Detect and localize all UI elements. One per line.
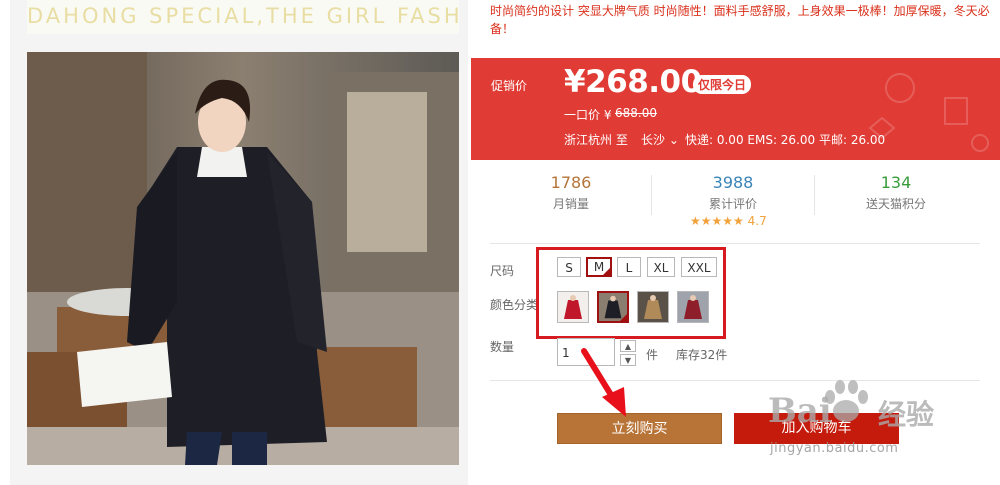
- star-icons: ★★★★★: [690, 214, 744, 228]
- watermark-brand: Bai: [768, 391, 832, 431]
- price-panel: 促销价 ¥268.00 仅限今日 一口价 ¥ 688.00 浙江杭州 至 长沙 …: [471, 58, 1000, 160]
- total-reviews[interactable]: 3988 累计评价: [652, 170, 814, 212]
- original-price-label: 一口价 ¥: [564, 108, 612, 122]
- promo-price-label: 促销价: [491, 79, 528, 93]
- sales-stats: 1786 月销量 3988 累计评价 ★★★★★ 4.7 134 送天猫积分: [490, 170, 980, 232]
- promo-price: ¥268.00: [564, 64, 702, 100]
- quantity-unit: 件: [646, 348, 659, 362]
- product-photo[interactable]: [27, 52, 459, 465]
- options-highlight-box: [536, 247, 726, 339]
- rating-score: 4.7: [747, 214, 767, 228]
- today-only-badge: 仅限今日: [693, 75, 752, 94]
- total-reviews-label: 累计评价: [708, 197, 757, 211]
- monthly-sales-value: 1786: [550, 173, 592, 192]
- annotation-arrow-icon: [581, 348, 626, 417]
- quantity-label: 数量: [490, 340, 515, 354]
- divider: [490, 243, 980, 244]
- total-reviews-value: 3988: [712, 173, 754, 192]
- ship-to-select[interactable]: 长沙 ⌄: [641, 131, 679, 148]
- monthly-sales-label: 月销量: [552, 197, 589, 211]
- size-label: 尺码: [490, 264, 515, 278]
- monthly-sales: 1786 月销量: [490, 170, 652, 212]
- ship-to-label: 长沙: [641, 133, 666, 147]
- chevron-down-icon: ⌄: [668, 133, 679, 147]
- banner-text: DAHONG SPECIAL,THE GIRL FASHIO: [27, 4, 459, 28]
- watermark-url: jingyan.baidu.com: [770, 441, 899, 456]
- baidu-watermark: Bai 经验 jingyan.baidu.com: [760, 377, 1000, 485]
- product-description: 时尚简约的设计 突显大牌气质 时尚随性！面料手感舒服，上身效果一极棒！加厚保暖，…: [490, 4, 990, 36]
- stock-count: 库存32件: [676, 348, 728, 362]
- tmall-points-label: 送天猫积分: [865, 197, 926, 211]
- ship-from: 浙江杭州 至: [564, 133, 628, 147]
- watermark-text: 经验: [878, 398, 935, 431]
- tmall-points: 134 送天猫积分: [815, 170, 977, 212]
- color-label: 颜色分类: [490, 298, 539, 312]
- tmall-points-value: 134: [880, 173, 912, 192]
- rating-stars: ★★★★★ 4.7: [690, 214, 767, 228]
- original-price: 688.00: [615, 106, 657, 120]
- shipping-fees: 快递: 0.00 EMS: 26.00 平邮: 26.00: [685, 133, 886, 147]
- brand-banner: DAHONG SPECIAL,THE GIRL FASHIO: [27, 0, 459, 34]
